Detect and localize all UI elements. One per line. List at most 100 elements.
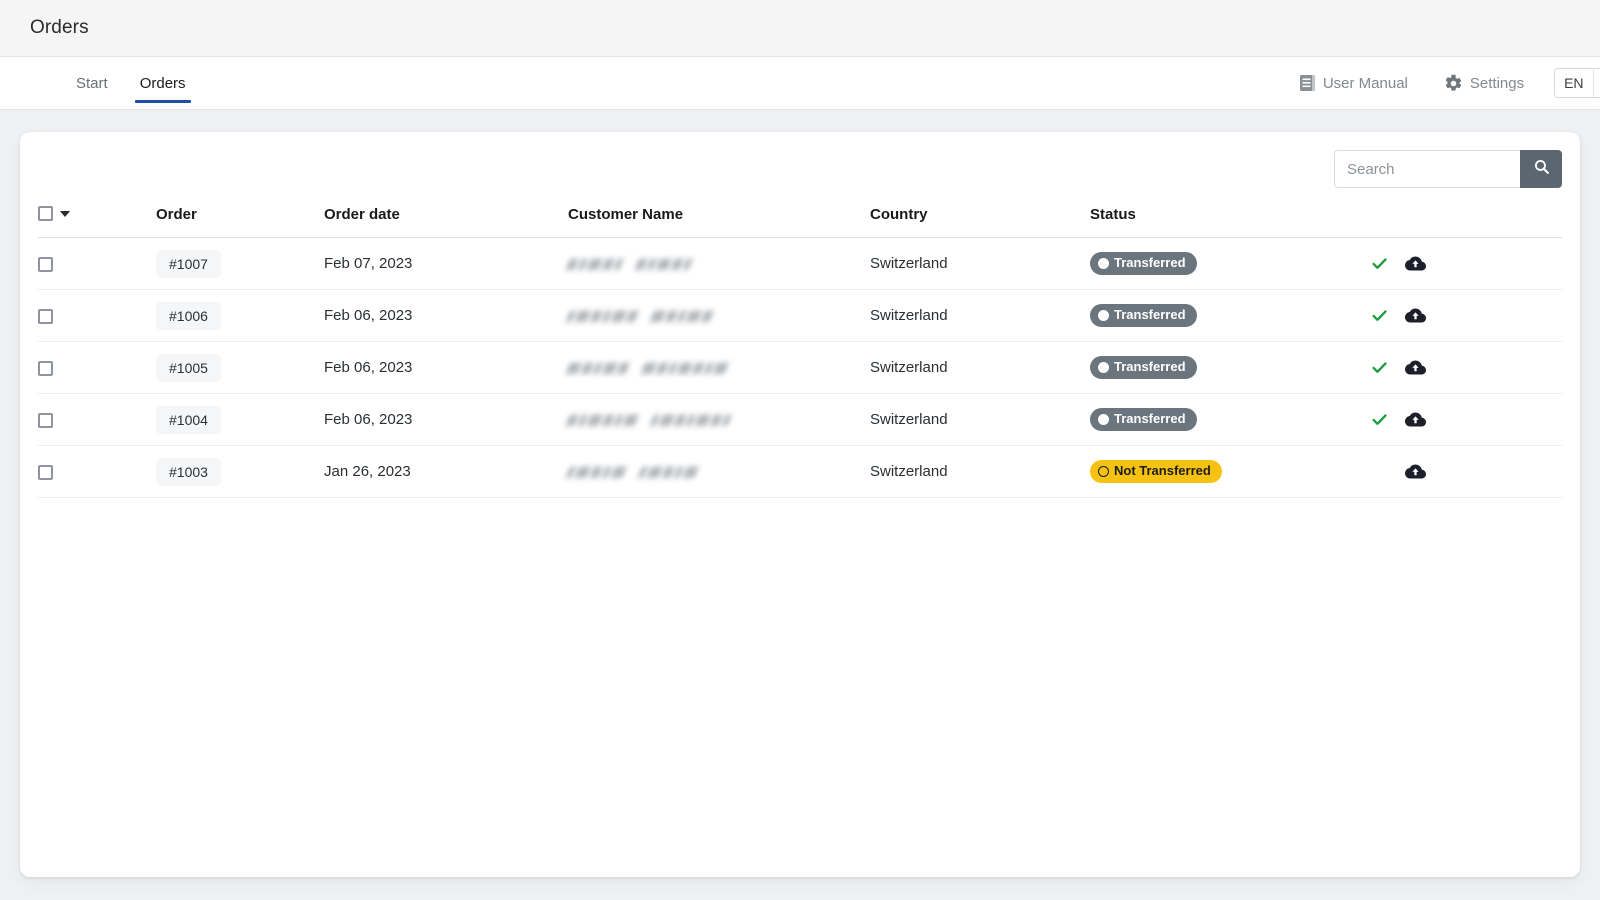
search-icon: [1533, 158, 1550, 180]
status-badge: Transferred: [1090, 304, 1197, 327]
redacted-customer-name: [565, 359, 733, 376]
cell-customer-name: [568, 238, 870, 290]
redacted-customer-name: [565, 463, 703, 480]
check-icon[interactable]: [1370, 358, 1389, 377]
cell-order-date: Feb 07, 2023: [324, 238, 568, 290]
check-icon[interactable]: [1370, 410, 1389, 429]
header-country[interactable]: Country: [870, 206, 1090, 238]
cell-order: #1006: [156, 290, 324, 342]
cell-customer-name: [568, 394, 870, 446]
cell-order: #1005: [156, 342, 324, 394]
cell-status: Transferred: [1090, 238, 1380, 290]
row-actions: [1380, 253, 1562, 274]
app-header: Orders: [0, 0, 1600, 57]
page-body: Order Order date Customer Name Country S…: [0, 110, 1600, 877]
cell-customer-name: [568, 446, 870, 498]
header-customer-name[interactable]: Customer Name: [568, 206, 870, 238]
orders-table: Order Order date Customer Name Country S…: [38, 206, 1562, 498]
cloud-upload-icon[interactable]: [1405, 305, 1426, 326]
cloud-upload-icon[interactable]: [1405, 409, 1426, 430]
nav-tabs: Start Orders: [60, 57, 202, 109]
table-row[interactable]: #1003Jan 26, 2023SwitzerlandNot Transfer…: [38, 446, 1562, 498]
status-dot-icon: [1098, 258, 1109, 269]
chevron-down-icon[interactable]: [60, 211, 70, 217]
header-status[interactable]: Status: [1090, 206, 1380, 238]
cell-customer-name: [568, 342, 870, 394]
main-navbar: Start Orders User Manual: [0, 57, 1600, 110]
search-input[interactable]: [1334, 150, 1520, 188]
check-icon[interactable]: [1370, 254, 1389, 273]
cell-status: Transferred: [1090, 290, 1380, 342]
header-order-date[interactable]: Order date: [324, 206, 568, 238]
row-select-cell: [38, 342, 156, 394]
cell-order-date: Feb 06, 2023: [324, 290, 568, 342]
row-actions: [1380, 305, 1562, 326]
cell-customer-name: [568, 290, 870, 342]
cell-actions: [1380, 446, 1562, 498]
header-order[interactable]: Order: [156, 206, 324, 238]
status-badge: Not Transferred: [1090, 460, 1222, 483]
table-row[interactable]: #1006Feb 06, 2023SwitzerlandTransferred: [38, 290, 1562, 342]
row-checkbox[interactable]: [38, 361, 53, 376]
book-icon: [1299, 74, 1316, 92]
cloud-upload-icon[interactable]: [1405, 253, 1426, 274]
cell-actions: [1380, 394, 1562, 446]
row-checkbox[interactable]: [38, 257, 53, 272]
row-actions: [1380, 357, 1562, 378]
search-button[interactable]: [1520, 150, 1562, 188]
cell-actions: [1380, 290, 1562, 342]
user-manual-button[interactable]: User Manual: [1281, 74, 1426, 92]
tab-start[interactable]: Start: [60, 57, 124, 109]
status-dot-icon: [1098, 466, 1109, 477]
cloud-upload-icon[interactable]: [1405, 357, 1426, 378]
cell-country: Switzerland: [870, 342, 1090, 394]
cell-status: Transferred: [1090, 342, 1380, 394]
status-badge: Transferred: [1090, 252, 1197, 275]
cell-order-date: Jan 26, 2023: [324, 446, 568, 498]
tab-start-label: Start: [76, 75, 108, 92]
cell-country: Switzerland: [870, 394, 1090, 446]
language-button-de[interactable]: DE: [1593, 69, 1600, 97]
status-badge: Transferred: [1090, 408, 1197, 431]
navbar-right-actions: User Manual Settings EN DE: [1281, 57, 1600, 109]
table-row[interactable]: #1007Feb 07, 2023SwitzerlandTransferred: [38, 238, 1562, 290]
order-number-chip[interactable]: #1006: [156, 302, 221, 330]
row-checkbox[interactable]: [38, 309, 53, 324]
settings-button[interactable]: Settings: [1426, 74, 1542, 93]
redacted-customer-name: [565, 307, 718, 324]
cell-order: #1004: [156, 394, 324, 446]
row-checkbox[interactable]: [38, 465, 53, 480]
cloud-upload-icon[interactable]: [1405, 461, 1426, 482]
table-toolbar: [38, 132, 1562, 206]
settings-label: Settings: [1470, 75, 1524, 92]
row-actions: [1380, 461, 1562, 482]
status-badge-label: Not Transferred: [1114, 464, 1211, 479]
search-group: [1334, 150, 1562, 188]
header-actions: [1380, 206, 1562, 238]
cell-order-date: Feb 06, 2023: [324, 342, 568, 394]
cell-actions: [1380, 342, 1562, 394]
gear-icon: [1444, 74, 1463, 93]
user-manual-label: User Manual: [1323, 75, 1408, 92]
table-header-row: Order Order date Customer Name Country S…: [38, 206, 1562, 238]
order-number-chip[interactable]: #1005: [156, 354, 221, 382]
cell-status: Transferred: [1090, 394, 1380, 446]
redacted-customer-name: [565, 255, 697, 272]
order-number-chip[interactable]: #1004: [156, 406, 221, 434]
table-row[interactable]: #1004Feb 06, 2023SwitzerlandTransferred: [38, 394, 1562, 446]
table-row[interactable]: #1005 Feb 06, 2023 Switzerland Transferred: [38, 342, 1562, 394]
language-button-en[interactable]: EN: [1555, 69, 1592, 97]
language-switcher: EN DE: [1554, 68, 1600, 98]
tab-orders[interactable]: Orders: [124, 57, 202, 109]
language-label-en: EN: [1564, 75, 1583, 91]
order-number-chip[interactable]: #1007: [156, 250, 221, 278]
table-head: Order Order date Customer Name Country S…: [38, 206, 1562, 238]
order-number-chip[interactable]: #1003: [156, 458, 221, 486]
check-icon[interactable]: [1370, 306, 1389, 325]
status-badge-label: Transferred: [1114, 412, 1186, 427]
select-all-checkbox[interactable]: [38, 206, 53, 221]
status-badge-label: Transferred: [1114, 360, 1186, 375]
cell-actions: [1380, 238, 1562, 290]
row-checkbox[interactable]: [38, 413, 53, 428]
row-select-cell: [38, 238, 156, 290]
